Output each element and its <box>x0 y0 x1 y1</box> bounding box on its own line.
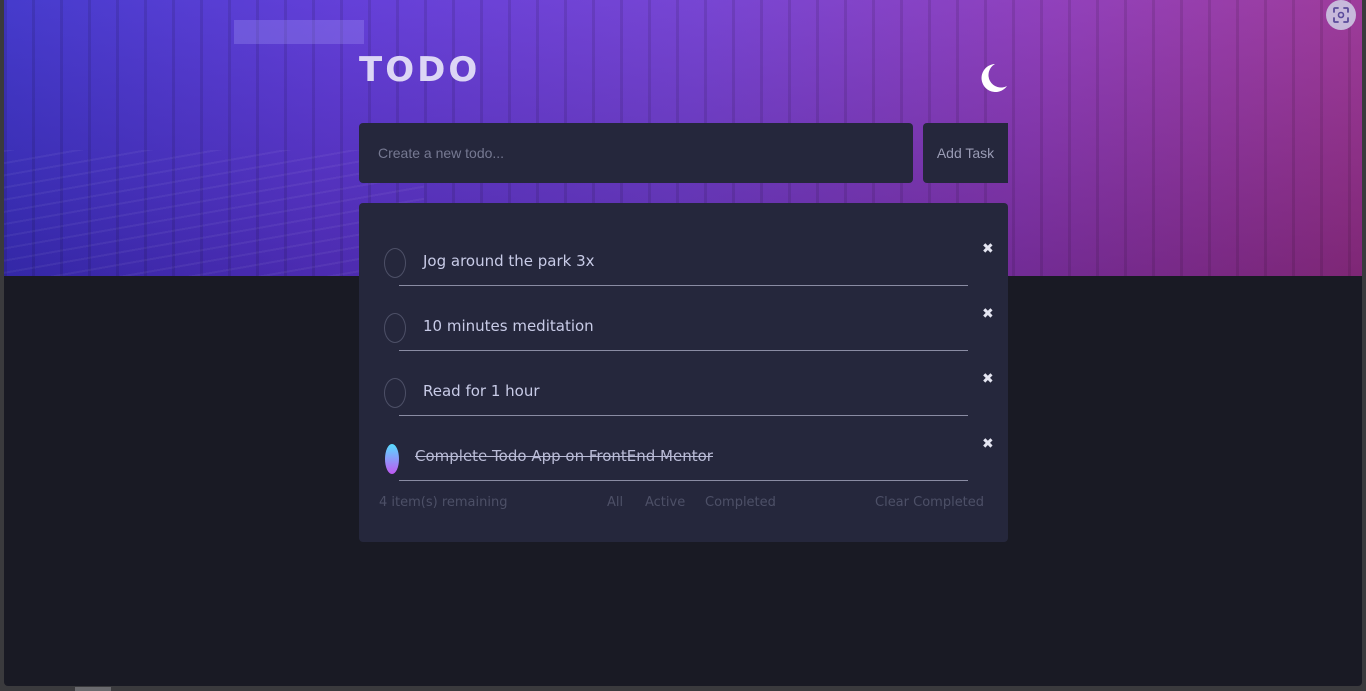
screenshot-scan-icon <box>1333 7 1349 23</box>
taskbar-tab-indicator <box>75 687 111 691</box>
todo-item: 10 minutes meditation ✖ <box>359 299 1008 364</box>
new-todo-field[interactable] <box>359 123 913 183</box>
add-task-button[interactable]: Add Task <box>923 123 1008 183</box>
todo-text: 10 minutes meditation <box>423 317 594 335</box>
todo-list: Jog around the park 3x ✖ 10 minutes medi… <box>359 203 1008 542</box>
todo-footer: 4 item(s) remaining All Active Completed… <box>359 495 1008 515</box>
items-remaining-count: 4 item(s) remaining <box>379 495 508 510</box>
todo-checkbox[interactable] <box>384 378 406 408</box>
todo-text: Complete Todo App on FrontEnd Mentor <box>415 447 713 465</box>
todo-item-completed: Complete Todo App on FrontEnd Mentor ✖ <box>359 429 1008 494</box>
todo-divider <box>399 350 968 351</box>
todo-text: Jog around the park 3x <box>423 252 595 270</box>
todo-checkbox[interactable] <box>384 313 406 343</box>
app-title: TODO <box>359 50 481 90</box>
clear-completed-button[interactable]: Clear Completed <box>875 495 984 510</box>
close-icon[interactable]: ✖ <box>982 307 994 321</box>
todo-divider <box>399 480 968 481</box>
todo-divider <box>399 285 968 286</box>
todo-checkbox-checked[interactable] <box>385 444 399 474</box>
filter-all[interactable]: All <box>607 495 623 510</box>
todo-item: Read for 1 hour ✖ <box>359 364 1008 429</box>
close-icon[interactable]: ✖ <box>982 437 994 451</box>
todo-checkbox[interactable] <box>384 248 406 278</box>
todo-text: Read for 1 hour <box>423 382 540 400</box>
todo-divider <box>399 415 968 416</box>
filter-completed[interactable]: Completed <box>705 495 776 510</box>
todo-item: Jog around the park 3x ✖ <box>359 234 1008 299</box>
app-window: TODO Add Task Jog around the park 3x ✖ 1… <box>4 0 1362 686</box>
close-icon[interactable]: ✖ <box>982 372 994 386</box>
new-todo-input[interactable] <box>359 123 913 183</box>
close-icon[interactable]: ✖ <box>982 242 994 256</box>
screenshot-scan-button[interactable] <box>1326 0 1356 30</box>
moon-icon <box>981 64 1007 92</box>
theme-toggle-button[interactable] <box>978 62 1008 94</box>
filter-active[interactable]: Active <box>645 495 685 510</box>
background-ceiling-light <box>234 20 364 44</box>
